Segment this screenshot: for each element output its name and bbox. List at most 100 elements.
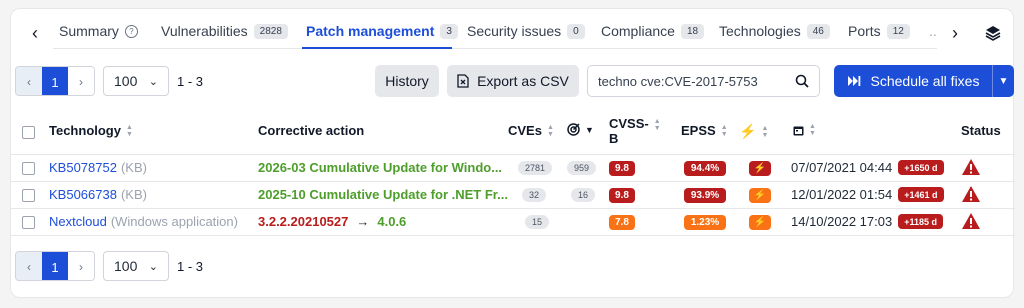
current-page-button[interactable]: 1 <box>42 67 68 95</box>
tab-count-badge: 3 <box>440 23 458 39</box>
header-label: Status <box>961 123 1001 138</box>
epss-cell: 94.4% <box>684 161 726 176</box>
tab-summary[interactable]: Summary ? <box>59 23 138 39</box>
next-page-button[interactable]: › <box>68 252 94 280</box>
tabs-scroll-right-icon[interactable]: › <box>943 21 967 45</box>
history-button[interactable]: History <box>375 65 439 97</box>
technology-type: (Windows application) <box>110 214 238 229</box>
cves-cell: 15 <box>525 215 550 229</box>
current-version: 3.2.2.20210527 <box>258 214 349 229</box>
tab-count-badge: 46 <box>806 23 830 39</box>
sort-icon: ▲ ▼ <box>125 123 133 138</box>
age-badge: +1650 d <box>898 160 944 175</box>
exploits-cell: 959 <box>567 161 597 175</box>
exploits-header[interactable]: ▼ <box>567 123 594 136</box>
sort-icon: ▲ ▼ <box>546 123 554 138</box>
tab-vulnerabilities[interactable]: Vulnerabilities 2828 <box>161 23 288 39</box>
lightning-icon: ⚡ <box>749 188 771 203</box>
row-checkbox[interactable] <box>22 189 35 202</box>
sort-icon: ▲ ▼ <box>720 123 728 138</box>
exploitability-cell: ⚡ <box>749 215 771 230</box>
tab-ports[interactable]: Ports 12 <box>848 23 910 39</box>
prev-page-button[interactable]: ‹ <box>16 67 42 95</box>
tabs-scroll-left-icon[interactable]: ‹ <box>23 21 47 45</box>
prev-page-button[interactable]: ‹ <box>16 252 42 280</box>
tab-count-badge: 2828 <box>253 23 288 39</box>
date-cell: 07/07/2021 04:44 +1650 d <box>791 160 944 175</box>
page-range-text: 1 - 3 <box>177 258 204 274</box>
date-header[interactable]: ▲ ▼ <box>793 123 816 137</box>
tab-label: Patch management <box>306 23 435 39</box>
date-value: 14/10/2022 17:03 <box>791 214 893 229</box>
cves-cell: 2781 <box>518 161 553 175</box>
status-cell <box>961 212 981 230</box>
table-row[interactable]: KB5066738 (KB) 2025-10 Cumulative Update… <box>11 181 1015 208</box>
sort-desc-icon: ▼ <box>585 124 594 135</box>
table-row[interactable]: Nextcloud (Windows application) 3.2.2.20… <box>11 208 1015 235</box>
export-csv-button[interactable]: Export as CSV <box>447 65 579 97</box>
exploit-count-pill: 959 <box>567 161 597 175</box>
row-checkbox[interactable] <box>22 216 35 229</box>
select-all-checkbox[interactable] <box>22 126 35 139</box>
tab-label: .. <box>929 23 937 39</box>
row-checkbox[interactable] <box>22 162 35 175</box>
tab-compliance[interactable]: Compliance 18 <box>601 23 705 39</box>
page-size-select[interactable]: 100 ⌄ <box>103 66 169 96</box>
target-icon <box>567 123 580 136</box>
csv-file-icon <box>457 74 469 88</box>
tab-patch-management[interactable]: Patch management 3 <box>306 23 458 39</box>
exploitability-header[interactable]: ⚡ ▲ ▼ <box>739 123 768 140</box>
date-value: 12/01/2022 01:54 <box>791 187 893 202</box>
active-tab-indicator <box>302 47 452 49</box>
arrow-right-icon: → <box>356 214 370 229</box>
layers-icon[interactable] <box>981 21 1005 45</box>
header-label: CVSS- B <box>609 116 649 146</box>
tab-divider <box>53 48 937 49</box>
tab-label: Compliance <box>601 23 675 39</box>
technology-link[interactable]: KB5066738 <box>49 187 117 202</box>
exploit-count-pill: 16 <box>571 188 596 202</box>
corrective-action-cell: 3.2.2.20210527 → 4.0.6 <box>258 214 406 229</box>
table-row[interactable]: KB5078752 (KB) 2026-03 Cumulative Update… <box>11 154 1015 181</box>
tab-technologies[interactable]: Technologies 46 <box>719 23 830 39</box>
fix-name: 2025-10 Cumulative Update for .NET Fr... <box>258 187 508 202</box>
tab-count-badge: 18 <box>680 23 705 39</box>
technology-link[interactable]: Nextcloud <box>49 214 107 229</box>
search-input[interactable]: techno cve:CVE-2017-5753 <box>587 65 820 97</box>
exploitability-cell: ⚡ <box>749 188 771 203</box>
tab-count-badge: 12 <box>886 23 910 39</box>
technology-link[interactable]: KB5078752 <box>49 160 117 175</box>
cvss-badge: 9.8 <box>609 188 635 203</box>
epss-badge: 1.23% <box>684 215 726 230</box>
sort-icon: ▲ ▼ <box>809 123 816 137</box>
epss-header[interactable]: EPSS ▲ ▼ <box>681 123 728 138</box>
tab-more[interactable]: .. <box>929 23 937 39</box>
page-size-select[interactable]: 100 ⌄ <box>103 251 169 281</box>
age-badge: +1185 d <box>898 214 943 229</box>
chevron-down-icon: ⌄ <box>148 75 158 88</box>
history-label: History <box>385 73 429 89</box>
schedule-main-button[interactable]: Schedule all fixes <box>834 73 992 89</box>
epss-cell: 1.23% <box>684 215 726 230</box>
cve-count-pill: 32 <box>522 188 547 202</box>
tab-label: Summary <box>59 23 119 39</box>
cves-header[interactable]: CVEs ▲ ▼ <box>508 123 554 138</box>
patch-management-panel: ‹ Summary ? Vulnerabilities 2828 Patch m… <box>10 8 1015 298</box>
header-label: Corrective action <box>258 123 365 138</box>
date-cell: 12/01/2022 01:54 +1461 d <box>791 187 944 202</box>
tab-label: Security issues <box>467 23 562 39</box>
technology-cell: KB5078752 (KB) <box>49 160 147 175</box>
corrective-action-cell: 2025-10 Cumulative Update for .NET Fr... <box>258 187 508 202</box>
schedule-all-fixes-button: Schedule all fixes ▼ <box>834 65 1014 97</box>
next-page-button[interactable]: › <box>68 67 94 95</box>
cvss-header[interactable]: CVSS- B ▲ ▼ <box>609 116 661 146</box>
search-icon <box>795 74 809 88</box>
technology-cell: KB5066738 (KB) <box>49 187 147 202</box>
technology-header[interactable]: Technology ▲ ▼ <box>49 123 133 138</box>
tab-security-issues[interactable]: Security issues 0 <box>467 23 585 39</box>
status-cell <box>961 158 981 176</box>
current-page-button[interactable]: 1 <box>42 252 68 280</box>
technology-type: (KB) <box>120 187 147 202</box>
schedule-dropdown-caret-icon[interactable]: ▼ <box>992 65 1014 97</box>
cve-count-pill: 2781 <box>518 161 553 175</box>
